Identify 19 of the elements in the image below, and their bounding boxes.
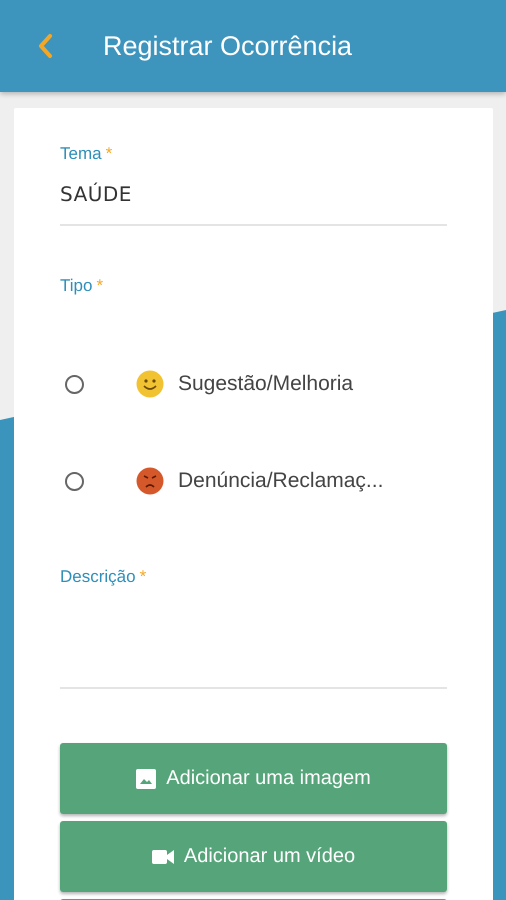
- add-media-button[interactable]: Adicionar um vídeo: [60, 821, 447, 892]
- smiley-icon: [136, 370, 164, 398]
- field-label: Descrição: [60, 567, 136, 587]
- image-icon: [136, 768, 156, 788]
- field-label: Tipo: [60, 276, 92, 296]
- required-mark: *: [140, 567, 146, 587]
- chevron-left-icon: [37, 33, 53, 59]
- required-mark: *: [96, 276, 104, 296]
- option-label: Sugestão/Melhoria: [178, 372, 354, 396]
- radio-button[interactable]: [65, 374, 84, 394]
- option-label: Denúncia/Reclamaç...: [178, 469, 384, 493]
- angry-face-icon: [136, 467, 164, 495]
- radio-button[interactable]: [65, 472, 84, 490]
- required-mark: *: [106, 144, 112, 164]
- add-media-button[interactable]: Adicionar uma imagem: [60, 743, 447, 814]
- video-camera-icon: [152, 848, 174, 864]
- screen-title: Registrar Ocorrência: [103, 30, 352, 62]
- theme-field[interactable]: SAÚDE: [60, 182, 447, 226]
- field-label: Tema: [60, 144, 102, 164]
